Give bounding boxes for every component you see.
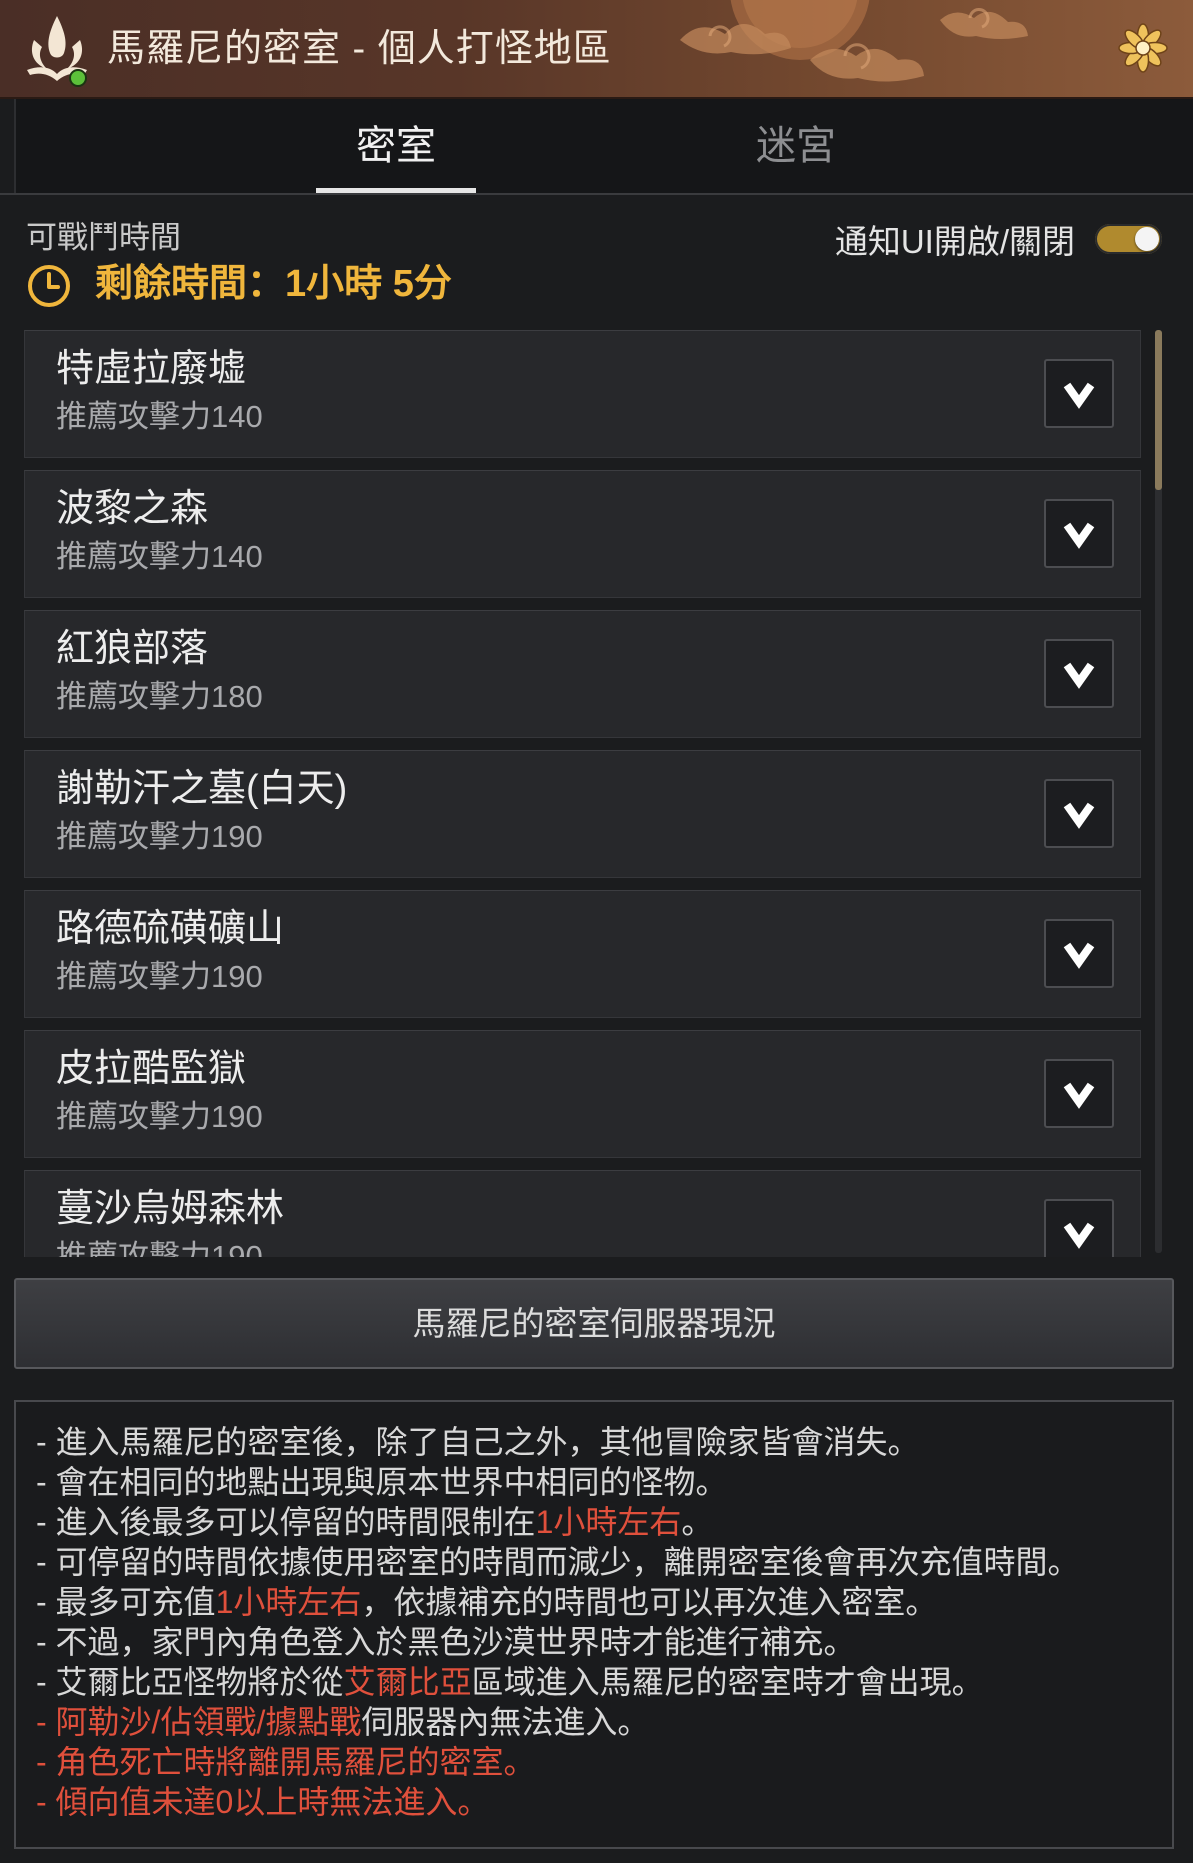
note-line: - 可停留的時間依據使用密室的時間而減少，離開密室後會再次充值時間。 xyxy=(36,1542,1172,1582)
area-name: 蔓沙烏姆森林 xyxy=(56,1188,285,1230)
expand-button[interactable] xyxy=(1044,1059,1114,1128)
note-line: - 傾向值未達0以上時無法進入。 xyxy=(36,1782,1172,1822)
scrollbar[interactable] xyxy=(1155,330,1162,1253)
area-name: 波黎之森 xyxy=(56,488,209,530)
area-name: 紅狼部落 xyxy=(56,628,209,670)
expand-button[interactable] xyxy=(1044,919,1114,988)
chevron-down-icon xyxy=(1063,802,1095,829)
note-line: - 角色死亡時將離開馬羅尼的密室。 xyxy=(36,1742,1172,1782)
note-line: - 艾爾比亞怪物將於從艾爾比亞區域進入馬羅尼的密室時才會出現。 xyxy=(36,1662,1172,1702)
area-recommended-power: 推薦攻擊力190 xyxy=(56,1239,263,1257)
battle-time-label: 可戰鬥時間 xyxy=(26,220,181,255)
chevron-down-icon xyxy=(1063,662,1095,689)
note-text: - 艾爾比亞怪物將於從 xyxy=(36,1664,344,1700)
window-header: 馬羅尼的密室 - 個人打怪地區 xyxy=(0,0,1193,99)
note-highlight-text: 艾爾比亞 xyxy=(343,1664,472,1700)
note-text: - 進入後最多可以停留的時間限制在 xyxy=(36,1504,536,1540)
chevron-down-icon xyxy=(1063,1222,1095,1249)
scrollbar-thumb[interactable] xyxy=(1155,330,1162,490)
note-highlight-text: - 阿勒沙/佔領戰/據點戰 xyxy=(36,1704,362,1740)
note-text: - 可停留的時間依據使用密室的時間而減少，離開密室後會再次充值時間。 xyxy=(36,1544,1080,1580)
server-status-button[interactable]: 馬羅尼的密室伺服器現況 xyxy=(14,1278,1174,1369)
area-recommended-power: 推薦攻擊力180 xyxy=(56,679,263,714)
tab-divider xyxy=(0,193,1193,195)
note-line: - 最多可充值1小時左右，依據補充的時間也可以再次進入密室。 xyxy=(36,1582,1172,1622)
area-recommended-power: 推薦攻擊力190 xyxy=(56,959,263,994)
tab-secret-room[interactable]: 密室 xyxy=(316,99,476,193)
tab-labyrinth[interactable]: 迷宮 xyxy=(716,99,876,189)
area-name: 謝勒汗之墓(白天) xyxy=(56,768,348,810)
area-item[interactable]: 謝勒汗之墓(白天) 推薦攻擊力190 xyxy=(24,750,1141,878)
note-highlight-text: - 傾向值未達0以上時無法進入。 xyxy=(36,1784,490,1820)
tab-bar: 密室 迷宮 xyxy=(14,99,1193,193)
area-item[interactable]: 蔓沙烏姆森林推薦攻擊力190 xyxy=(24,1170,1141,1257)
note-text: 。 xyxy=(681,1504,714,1540)
notify-ui-toggle[interactable] xyxy=(1095,224,1162,254)
note-line: - 會在相同的地點出現與原本世界中相同的怪物。 xyxy=(36,1462,1172,1502)
note-text: - 會在相同的地點出現與原本世界中相同的怪物。 xyxy=(36,1464,728,1500)
chevron-down-icon xyxy=(1063,1082,1095,1109)
expand-button[interactable] xyxy=(1044,499,1114,568)
note-highlight-text: - 角色死亡時將離開馬羅尼的密室。 xyxy=(36,1744,536,1780)
notes-box: - 進入馬羅尼的密室後，除了自己之外，其他冒險家皆會消失。 - 會在相同的地點出現… xyxy=(14,1400,1174,1849)
note-text: 伺服器內無法進入。 xyxy=(361,1704,650,1740)
note-line: - 進入馬羅尼的密室後，除了自己之外，其他冒險家皆會消失。 xyxy=(36,1422,1172,1462)
note-text: 區域進入馬羅尼的密室時才會出現。 xyxy=(471,1664,984,1700)
area-name: 路德硫磺礦山 xyxy=(56,908,285,950)
flower-icon[interactable] xyxy=(1116,21,1170,75)
window-title: 馬羅尼的密室 - 個人打怪地區 xyxy=(107,28,612,70)
area-item[interactable]: 皮拉酷監獄推薦攻擊力190 xyxy=(24,1030,1141,1158)
area-recommended-power: 推薦攻擊力190 xyxy=(56,1099,263,1134)
note-text: - 最多可充值 xyxy=(36,1584,216,1620)
note-line: - 進入後最多可以停留的時間限制在1小時左右。 xyxy=(36,1502,1172,1542)
area-recommended-power: 推薦攻擊力140 xyxy=(56,539,263,574)
area-item[interactable]: 波黎之森推薦攻擊力140 xyxy=(24,470,1141,598)
cloud-decoration xyxy=(680,0,1028,82)
clock-icon xyxy=(28,265,70,307)
chevron-down-icon xyxy=(1063,942,1095,969)
area-list: 蔓沙烏姆森林 推薦攻擊力190 皮拉酷監獄 推薦攻擊力190 路德硫磺礦山 推薦攻擊力19… xyxy=(14,321,1176,1257)
lotus-emblem-icon xyxy=(27,16,87,87)
toggle-knob xyxy=(1135,227,1159,251)
area-item[interactable]: 路德硫磺礦山推薦攻擊力190 xyxy=(24,890,1141,1018)
remaining-time: 剩餘時間：1小時 5分 xyxy=(95,263,452,305)
notify-ui-label: 通知UI開啟/關閉 xyxy=(834,223,1075,260)
note-text: ，依據補充的時間也可以再次進入密室。 xyxy=(361,1584,938,1620)
chevron-down-icon xyxy=(1063,382,1095,409)
note-text: - 不過，家門內角色登入於黑色沙漠世界時才能進行補充。 xyxy=(36,1624,856,1660)
expand-button[interactable] xyxy=(1044,639,1114,708)
note-highlight-text: 1小時左右 xyxy=(215,1584,362,1620)
expand-button[interactable] xyxy=(1044,1199,1114,1257)
area-item[interactable]: 特虛拉廢墟推薦攻擊力140 xyxy=(24,330,1141,458)
expand-button[interactable] xyxy=(1044,779,1114,848)
area-name: 特虛拉廢墟 xyxy=(56,348,247,390)
area-item[interactable]: 紅狼部落推薦攻擊力180 xyxy=(24,610,1141,738)
expand-button[interactable] xyxy=(1044,359,1114,428)
area-recommended-power: 推薦攻擊力140 xyxy=(56,399,263,434)
note-line: - 阿勒沙/佔領戰/據點戰伺服器內無法進入。 xyxy=(36,1702,1172,1742)
note-highlight-text: 1小時左右 xyxy=(535,1504,682,1540)
note-text: - 進入馬羅尼的密室後，除了自己之外，其他冒險家皆會消失。 xyxy=(36,1424,920,1460)
area-recommended-power: 推薦攻擊力190 xyxy=(56,819,263,854)
chevron-down-icon xyxy=(1063,522,1095,549)
note-line: - 不過，家門內角色登入於黑色沙漠世界時才能進行補充。 xyxy=(36,1622,1172,1662)
area-name: 皮拉酷監獄 xyxy=(56,1048,247,1090)
